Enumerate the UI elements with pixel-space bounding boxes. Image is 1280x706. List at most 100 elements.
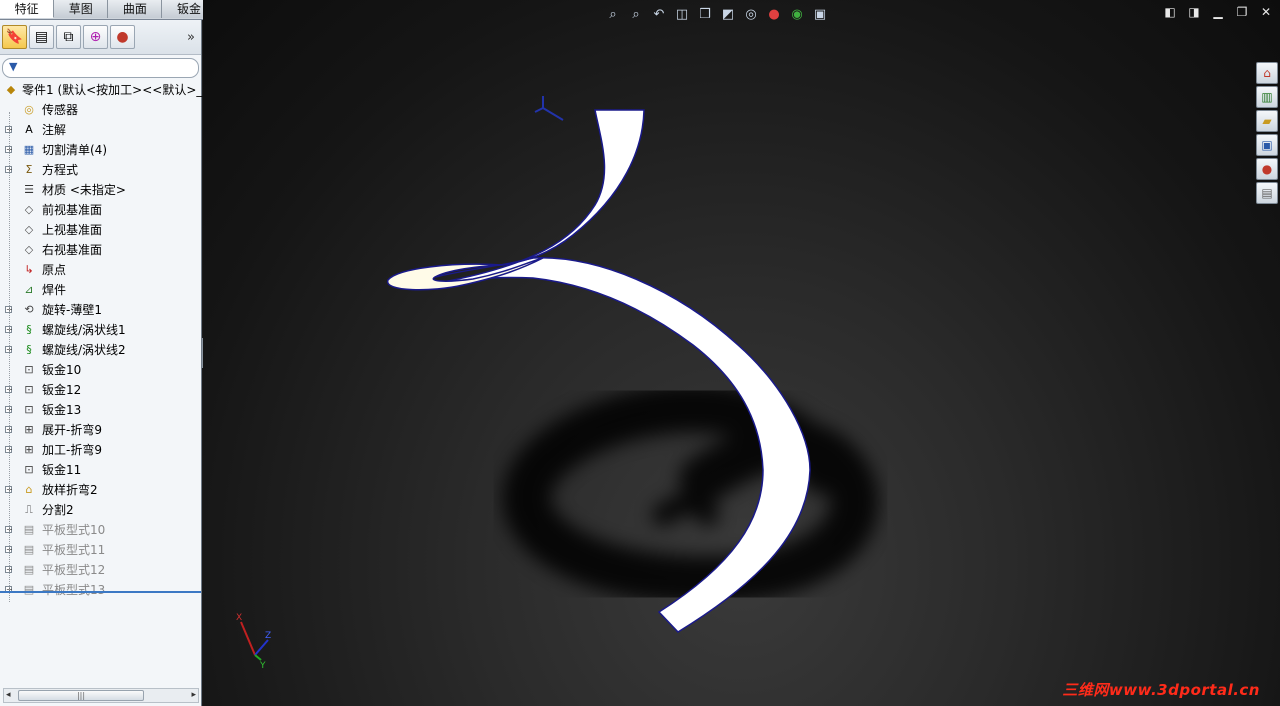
- tile-left-icon[interactable]: ◧: [1162, 5, 1178, 19]
- sheet-metal-icon: ⊡: [24, 383, 34, 396]
- tree-item-label: 右视基准面: [42, 243, 103, 257]
- tree-item-label: 传感器: [42, 103, 79, 117]
- zoom-to-fit-icon[interactable]: ⌕: [603, 5, 623, 23]
- dimxpert-manager-tab[interactable]: ⊕: [83, 25, 108, 49]
- feature-manager-icon: 🔖: [5, 29, 24, 45]
- spiral-model: X Z Y: [236, 96, 879, 671]
- scroll-left-icon[interactable]: ◂: [6, 689, 11, 702]
- display-manager-tab[interactable]: ●: [110, 25, 135, 49]
- tree-item[interactable]: + ▦ 切割清单(4): [0, 140, 201, 160]
- tree-item-label: 平板型式13: [42, 583, 106, 597]
- tile-right-icon[interactable]: ◨: [1186, 5, 1202, 19]
- process-bends-icon: ⊞: [24, 443, 34, 456]
- tree-item-label: 前视基准面: [42, 203, 103, 217]
- tree-item[interactable]: + § 螺旋线/涡状线1: [0, 320, 201, 340]
- property-manager-tab[interactable]: ▤: [29, 25, 54, 49]
- view-settings-icon[interactable]: ▣: [810, 5, 830, 23]
- triad-z-label: Z: [265, 631, 271, 641]
- tree-filter-input[interactable]: ▼: [2, 58, 199, 78]
- graphics-area[interactable]: X Z Y ⌕ ⌕ ↶ ◫ ❒ ◩ ◎ ● ◉ ▣ ◧ ◨ ▁ ❐ ✕ ⌂ ▥ ▰ ▣ ● ▤ 三…: [203, 0, 1280, 706]
- configuration-manager-icon: ⧉: [63, 29, 74, 45]
- flatten-bends-icon: ⊞: [24, 423, 34, 436]
- tree-item[interactable]: ⊡ 钣金11: [0, 460, 201, 480]
- expand-panel-button[interactable]: »: [187, 30, 195, 45]
- tree-item[interactable]: ◇ 前视基准面: [0, 200, 201, 220]
- tree-item-label: 平板型式11: [42, 543, 106, 557]
- tree-guide-line: [9, 112, 10, 602]
- tree-item-label: 平板型式10: [42, 523, 106, 537]
- tree-item[interactable]: + ▤ 平板型式10: [0, 520, 201, 540]
- task-pane-custom-properties[interactable]: ▤: [1256, 182, 1278, 204]
- design-library-icon: ▥: [1261, 90, 1273, 104]
- task-pane-tabs: ⌂ ▥ ▰ ▣ ● ▤: [1256, 62, 1278, 204]
- tree-item-label: 钣金11: [42, 463, 82, 477]
- sheet-metal-icon: ⊡: [24, 463, 34, 476]
- tree-item[interactable]: ⎍ 分割2: [0, 500, 201, 520]
- file-explorer-icon: ▰: [1262, 114, 1272, 128]
- tree-item[interactable]: + ⟲ 旋转-薄壁1: [0, 300, 201, 320]
- helix-icon: §: [26, 323, 32, 336]
- home-icon: ⌂: [1263, 66, 1271, 80]
- tree-item[interactable]: + ⊞ 展开-折弯9: [0, 420, 201, 440]
- task-pane-view-palette[interactable]: ▣: [1256, 134, 1278, 156]
- tree-item[interactable]: ◇ 右视基准面: [0, 240, 201, 260]
- view-orientation-icon[interactable]: ❒: [695, 5, 715, 23]
- tree-item[interactable]: ⊿ 焊件: [0, 280, 201, 300]
- task-pane-appearances[interactable]: ●: [1256, 158, 1278, 180]
- horizontal-scrollbar[interactable]: ◂ ||| ▸: [3, 688, 199, 703]
- tab-1[interactable]: 草图: [54, 0, 109, 18]
- tree-item[interactable]: + Σ 方程式: [0, 160, 201, 180]
- tree-item[interactable]: + ⊡ 钣金13: [0, 400, 201, 420]
- tab-2[interactable]: 曲面: [108, 0, 163, 18]
- section-view-icon[interactable]: ◫: [672, 5, 692, 23]
- tree-root-label: 零件1 (默认<按加工><<默认>_: [22, 83, 203, 97]
- scroll-right-icon[interactable]: ▸: [191, 689, 196, 702]
- tree-item[interactable]: + ▤ 平板型式12: [0, 560, 201, 580]
- tree-item-label: 方程式: [42, 163, 79, 177]
- triad-y-label: Y: [259, 661, 266, 671]
- tree-item[interactable]: ☰ 材质 <未指定>: [0, 180, 201, 200]
- tree-item[interactable]: + ⊡ 钣金12: [0, 380, 201, 400]
- previous-view-icon[interactable]: ↶: [649, 5, 669, 23]
- tree-item-label: 分割2: [42, 503, 74, 517]
- display-style-icon[interactable]: ◩: [718, 5, 738, 23]
- tree-item-label: 放样折弯2: [42, 483, 98, 497]
- property-manager-icon: ▤: [34, 29, 49, 45]
- close-icon[interactable]: ✕: [1258, 5, 1274, 19]
- tree-item[interactable]: ↳ 原点: [0, 260, 201, 280]
- cut-list-icon: ▦: [23, 143, 35, 156]
- tree-item-label: 焊件: [42, 283, 67, 297]
- scroll-thumb[interactable]: |||: [18, 690, 144, 701]
- tree-item[interactable]: + ⌂ 放样折弯2: [0, 480, 201, 500]
- tree-item[interactable]: + § 螺旋线/涡状线2: [0, 340, 201, 360]
- apply-scene-icon[interactable]: ◉: [787, 5, 807, 23]
- flat-pattern-icon: ▤: [23, 563, 35, 576]
- tree-root-part[interactable]: ◆ 零件1 (默认<按加工><<默认>_: [0, 80, 203, 100]
- flat-pattern-icon: ▤: [23, 523, 35, 536]
- appearances-icon: ●: [1261, 162, 1273, 176]
- rollback-bar[interactable]: [0, 591, 201, 593]
- window-controls: ◧ ◨ ▁ ❐ ✕: [1162, 5, 1274, 19]
- restore-icon[interactable]: ❐: [1234, 5, 1250, 19]
- tree-item[interactable]: + ▤ 平板型式11: [0, 540, 201, 560]
- part-icon: ◆: [6, 83, 16, 96]
- minimize-icon[interactable]: ▁: [1210, 5, 1226, 19]
- tree-item[interactable]: + A 注解: [0, 120, 201, 140]
- tree-item[interactable]: ◇ 上视基准面: [0, 220, 201, 240]
- tree-item[interactable]: + ⊞ 加工-折弯9: [0, 440, 201, 460]
- tree-item[interactable]: + ▤ 平板型式13: [0, 580, 201, 600]
- configuration-manager-tab[interactable]: ⧉: [56, 25, 81, 49]
- hide-show-items-icon[interactable]: ◎: [741, 5, 761, 23]
- tree-item[interactable]: ⊡ 钣金10: [0, 360, 201, 380]
- feature-manager-tab[interactable]: 🔖: [2, 25, 27, 49]
- tree-item[interactable]: ◎ 传感器: [0, 100, 201, 120]
- tree-item-label: 上视基准面: [42, 223, 103, 237]
- edit-appearance-icon[interactable]: ●: [764, 5, 784, 23]
- task-pane-file-explorer[interactable]: ▰: [1256, 110, 1278, 132]
- tab-0[interactable]: 特征: [0, 0, 55, 18]
- task-pane-design-library[interactable]: ▥: [1256, 86, 1278, 108]
- zoom-to-area-icon[interactable]: ⌕: [626, 5, 646, 23]
- flat-pattern-icon: ▤: [23, 543, 35, 556]
- task-pane-home[interactable]: ⌂: [1256, 62, 1278, 84]
- annotation-icon: A: [25, 123, 33, 136]
